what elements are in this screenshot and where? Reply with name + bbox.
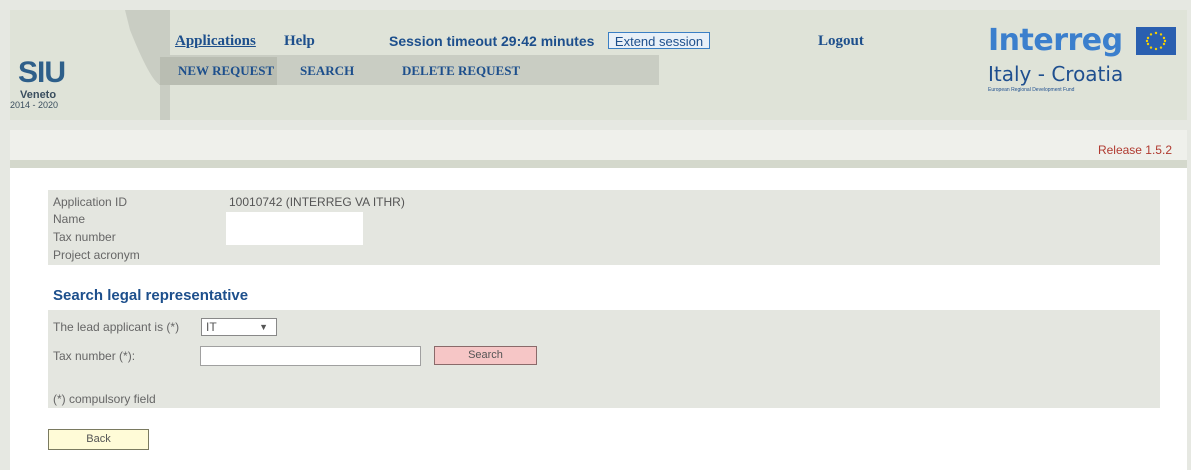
application-id-value: 10010742 (INTERREG VA ITHR) bbox=[229, 195, 405, 209]
lead-applicant-label: The lead applicant is (*) bbox=[53, 320, 180, 334]
lead-applicant-value: IT bbox=[206, 320, 217, 334]
tax-number-input[interactable] bbox=[200, 346, 421, 366]
lead-applicant-select[interactable]: IT ▼ bbox=[201, 318, 277, 336]
separator-band bbox=[10, 160, 1187, 168]
program-name: Italy - Croatia bbox=[988, 62, 1124, 86]
applicant-name-box bbox=[226, 212, 363, 245]
period-label: 2014 - 2020 bbox=[10, 100, 59, 110]
application-id-label: Application ID bbox=[53, 195, 128, 209]
nav-logout[interactable]: Logout bbox=[818, 33, 864, 50]
siu-logo: SIU bbox=[18, 56, 66, 89]
release-band bbox=[10, 130, 1187, 162]
tax-number-label: Tax number bbox=[53, 230, 116, 244]
nav-applications[interactable]: Applications bbox=[175, 33, 256, 50]
interreg-logo: Interreg bbox=[988, 23, 1123, 58]
application-info-panel bbox=[48, 190, 1160, 265]
tab-delete-request[interactable]: DELETE REQUEST bbox=[402, 63, 520, 78]
eu-flag-icon bbox=[1136, 27, 1176, 55]
fund-label: European Regional Development Fund bbox=[988, 87, 1075, 93]
chevron-down-icon: ▼ bbox=[259, 322, 268, 332]
extend-session-button[interactable]: Extend session bbox=[608, 32, 710, 49]
tax-number-search-label: Tax number (*): bbox=[53, 349, 136, 363]
session-timeout: Session timeout 29:42 minutes bbox=[389, 33, 595, 49]
tab-search[interactable]: SEARCH bbox=[300, 63, 354, 78]
compulsory-field-note: (*) compulsory field bbox=[53, 392, 156, 406]
name-label: Name bbox=[53, 212, 86, 226]
release-label: Release 1.5.2 bbox=[1097, 143, 1172, 157]
tab-new-request[interactable]: NEW REQUEST bbox=[178, 63, 274, 78]
search-button[interactable]: Search bbox=[434, 346, 537, 365]
project-acronym-label: Project acronym bbox=[53, 248, 140, 262]
back-button[interactable]: Back bbox=[48, 429, 149, 450]
section-title: Search legal representative bbox=[53, 287, 249, 304]
nav-help[interactable]: Help bbox=[284, 33, 315, 50]
